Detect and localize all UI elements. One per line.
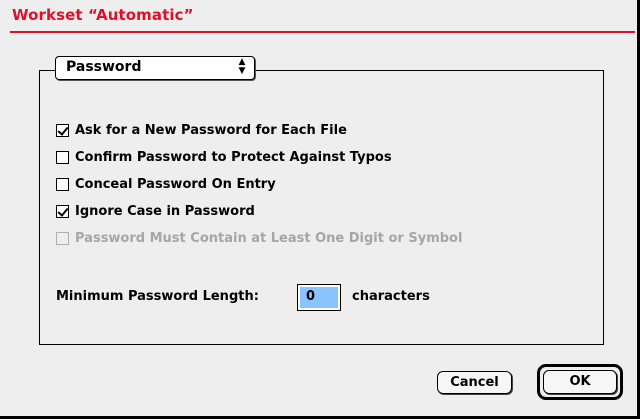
min-length-unit: characters: [352, 289, 430, 304]
option-label: Confirm Password to Protect Against Typo…: [75, 149, 392, 165]
ok-button[interactable]: OK: [543, 370, 617, 394]
checkbox-conceal-password[interactable]: [56, 177, 69, 191]
option-label: Ask for a New Password for Each File: [75, 122, 347, 138]
cancel-button[interactable]: Cancel: [437, 371, 512, 394]
option-conceal-password[interactable]: Conceal Password On Entry: [56, 174, 276, 194]
option-ignore-case[interactable]: Ignore Case in Password: [56, 201, 255, 221]
category-popup-label: Password: [66, 59, 142, 75]
category-popup-menu[interactable]: Password ▲ ▼: [55, 56, 255, 80]
checkbox-new-password-each-file[interactable]: [56, 123, 69, 137]
min-length-label: Minimum Password Length:: [56, 289, 259, 304]
min-length-input[interactable]: 0: [297, 284, 341, 311]
arrow-down-icon: ▼: [238, 66, 246, 76]
checkbox-require-digit-symbol: [56, 231, 69, 245]
option-require-digit-symbol: Password Must Contain at Least One Digit…: [56, 228, 462, 248]
popup-arrows-icon: ▲ ▼: [235, 58, 249, 78]
option-label: Ignore Case in Password: [75, 203, 255, 219]
dialog-window: Workset “Automatic” Password ▲ ▼ Ask for…: [0, 0, 640, 419]
checkbox-ignore-case[interactable]: [56, 204, 69, 218]
option-label: Conceal Password On Entry: [75, 176, 276, 192]
title-divider: [10, 31, 635, 33]
checkbox-confirm-password[interactable]: [56, 150, 69, 164]
window-title: Workset “Automatic”: [12, 6, 194, 24]
option-new-password-each-file[interactable]: Ask for a New Password for Each File: [56, 120, 347, 140]
option-label: Password Must Contain at Least One Digit…: [75, 230, 463, 246]
option-confirm-password[interactable]: Confirm Password to Protect Against Typo…: [56, 147, 392, 167]
min-length-value: 0: [300, 287, 338, 308]
